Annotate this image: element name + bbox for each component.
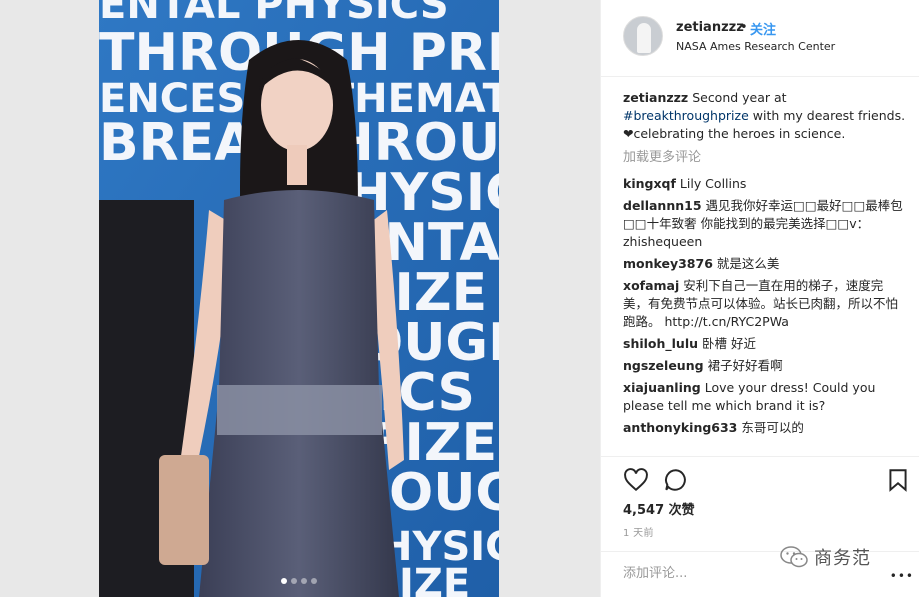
comment-text: Lily Collins <box>679 176 747 191</box>
post-media-area: ENTAL PHYSICSTHROUGH PRIZEENCES MATHEMAT… <box>0 0 600 597</box>
comment-username[interactable]: xofamaj <box>623 278 679 293</box>
comment-username[interactable]: dellannn15 <box>623 198 702 213</box>
comment-item: xiajuanling Love your dress! Could you pl… <box>623 379 908 415</box>
carousel-dot[interactable] <box>291 578 297 584</box>
comment-username[interactable]: kingxqf <box>623 176 676 191</box>
action-bar <box>601 456 919 496</box>
carousel-dot[interactable] <box>311 578 317 584</box>
comment-item: monkey3876 就是这么美 <box>623 255 908 273</box>
post-photo[interactable]: ENTAL PHYSICSTHROUGH PRIZEENCES MATHEMAT… <box>99 0 499 597</box>
comment-username[interactable]: shiloh_lulu <box>623 336 698 351</box>
username-link[interactable]: zetianzzz <box>676 20 744 35</box>
load-more-comments-button[interactable]: 加载更多评论 <box>623 149 908 167</box>
carousel-dot[interactable] <box>301 578 307 584</box>
comment-item: anthonyking633 东哥可以的 <box>623 419 908 437</box>
photo-illustration: ENTAL PHYSICSTHROUGH PRIZEENCES MATHEMAT… <box>99 0 499 597</box>
post-timestamp[interactable]: 1 天前 <box>623 524 654 539</box>
backdrop-lettering: OUGH <box>389 463 499 523</box>
comment-username[interactable]: ngszeleung <box>623 358 704 373</box>
avatar[interactable] <box>623 16 663 56</box>
comment-item: xofamaj 安利下自己一直在用的梯子，速度完美，有免费节点可以体验。站长已肉翻… <box>623 277 908 331</box>
post-sidebar: zetianzzz • 关注 NASA Ames Research Center… <box>600 0 919 597</box>
comment-text: 裙子好好看啊 <box>707 358 783 373</box>
watermark-text: 商务范 <box>814 548 871 569</box>
carousel-dot[interactable] <box>281 578 287 584</box>
caption: zetianzzz Second year at #breakthroughpri… <box>623 89 908 143</box>
caption-username[interactable]: zetianzzz <box>623 90 688 105</box>
heart-icon[interactable] <box>623 467 649 493</box>
like-count[interactable]: 4,547 次赞 <box>623 499 695 518</box>
separator-dot: • <box>740 20 748 35</box>
carousel-indicator[interactable] <box>99 578 499 584</box>
comment-username[interactable]: anthonyking633 <box>623 420 737 435</box>
post-header: zetianzzz • 关注 NASA Ames Research Center <box>601 0 919 77</box>
comment-username[interactable]: xiajuanling <box>623 380 701 395</box>
more-options-icon[interactable]: ••• <box>890 569 914 583</box>
comment-item: kingxqf Lily Collins <box>623 175 908 193</box>
comments-section: zetianzzz Second year at #breakthroughpri… <box>623 89 908 441</box>
comment-text: 东哥可以的 <box>741 420 804 435</box>
comment-item: shiloh_lulu 卧槽 好近 <box>623 335 908 353</box>
comment-item: ngszeleung 裙子好好看啊 <box>623 357 908 375</box>
comment-list: kingxqf Lily Collins dellannn15 遇见我你好幸运□□最好… <box>623 175 908 437</box>
location-link[interactable]: NASA Ames Research Center <box>676 40 835 53</box>
bookmark-icon[interactable] <box>885 467 911 493</box>
hashtag-link[interactable]: #breakthroughprize <box>623 108 749 123</box>
watermark: 商务范 <box>780 542 871 572</box>
add-comment-bar: ••• <box>601 551 919 597</box>
comment-text: 卧槽 好近 <box>702 336 756 351</box>
comment-item: dellannn15 遇见我你好幸运□□最好□□最棒包□□十年致奢 你能找到的最完… <box>623 197 908 251</box>
caption-text-before: Second year at <box>692 90 787 105</box>
follow-button[interactable]: 关注 <box>750 19 776 38</box>
comment-text: 就是这么美 <box>716 256 780 271</box>
speech-bubble-icon[interactable] <box>663 467 689 493</box>
wechat-logo-icon <box>780 546 808 568</box>
comment-username[interactable]: monkey3876 <box>623 256 713 271</box>
